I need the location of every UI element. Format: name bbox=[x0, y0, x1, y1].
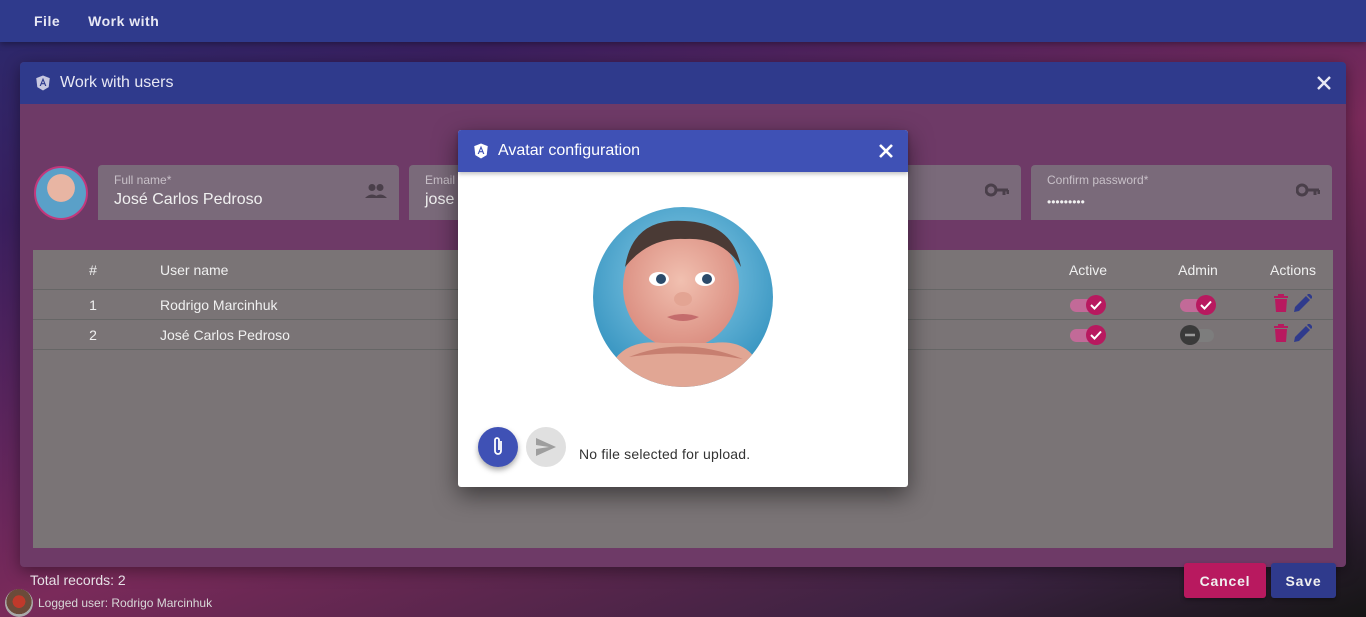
active-toggle[interactable] bbox=[1070, 324, 1106, 345]
dialog-close-button[interactable] bbox=[878, 143, 894, 159]
window-close-button[interactable] bbox=[1316, 75, 1332, 91]
key-icon bbox=[1295, 183, 1321, 202]
edit-icon[interactable] bbox=[1294, 323, 1313, 345]
upload-status-text: No file selected for upload. bbox=[579, 446, 751, 462]
paperclip-icon bbox=[494, 437, 502, 455]
admin-toggle[interactable] bbox=[1180, 324, 1216, 345]
people-icon bbox=[365, 183, 387, 204]
menu-work-with[interactable]: Work with bbox=[74, 13, 173, 29]
close-icon bbox=[1317, 76, 1331, 90]
total-records: Total records: 2 bbox=[30, 572, 126, 588]
edit-icon[interactable] bbox=[1294, 293, 1313, 315]
header-actions: Actions bbox=[1270, 261, 1316, 278]
confirm-password-value[interactable]: ••••••••• bbox=[1047, 195, 1316, 209]
logged-user-text: Logged user: Rodrigo Marcinhuk bbox=[38, 596, 213, 610]
attach-file-button[interactable] bbox=[478, 427, 518, 467]
avatar-dialog: Avatar configuration No file selected fo… bbox=[458, 130, 908, 487]
header-number[interactable]: # bbox=[33, 262, 153, 278]
fullname-value[interactable]: José Carlos Pedroso bbox=[114, 191, 383, 209]
angular-icon bbox=[472, 142, 490, 160]
menu-bar: File Work with bbox=[0, 0, 1366, 42]
header-active[interactable]: Active bbox=[1033, 262, 1143, 278]
row-number: 2 bbox=[89, 326, 97, 343]
dialog-titlebar: Avatar configuration bbox=[458, 130, 908, 172]
fullname-field[interactable]: Full name* José Carlos Pedroso bbox=[98, 165, 399, 220]
user-avatar-thumbnail[interactable] bbox=[34, 166, 88, 220]
upload-send-button[interactable] bbox=[526, 427, 566, 467]
minus-icon bbox=[1185, 333, 1195, 336]
close-icon bbox=[879, 144, 893, 158]
header-admin[interactable]: Admin bbox=[1143, 262, 1253, 278]
angular-icon bbox=[34, 74, 52, 92]
check-icon bbox=[1090, 330, 1102, 340]
send-icon bbox=[536, 438, 556, 456]
delete-icon[interactable] bbox=[1274, 294, 1288, 315]
delete-icon[interactable] bbox=[1274, 324, 1288, 345]
dialog-title: Avatar configuration bbox=[498, 142, 641, 159]
confirm-password-field[interactable]: Confirm password* ••••••••• bbox=[1031, 165, 1332, 220]
confirm-password-label: Confirm password* bbox=[1047, 173, 1149, 187]
window-titlebar: Work with users bbox=[20, 62, 1346, 104]
row-number: 1 bbox=[89, 296, 97, 313]
status-bar: Logged user: Rodrigo Marcinhuk bbox=[0, 589, 1366, 617]
menu-file[interactable]: File bbox=[20, 13, 74, 29]
key-icon bbox=[984, 183, 1010, 202]
window-title: Work with users bbox=[60, 74, 174, 91]
fullname-label: Full name* bbox=[114, 173, 172, 187]
avatar-preview bbox=[593, 207, 773, 387]
avatar bbox=[5, 589, 33, 617]
check-icon bbox=[1200, 300, 1212, 310]
admin-toggle[interactable] bbox=[1180, 294, 1216, 315]
active-toggle[interactable] bbox=[1070, 294, 1106, 315]
check-icon bbox=[1090, 300, 1102, 310]
